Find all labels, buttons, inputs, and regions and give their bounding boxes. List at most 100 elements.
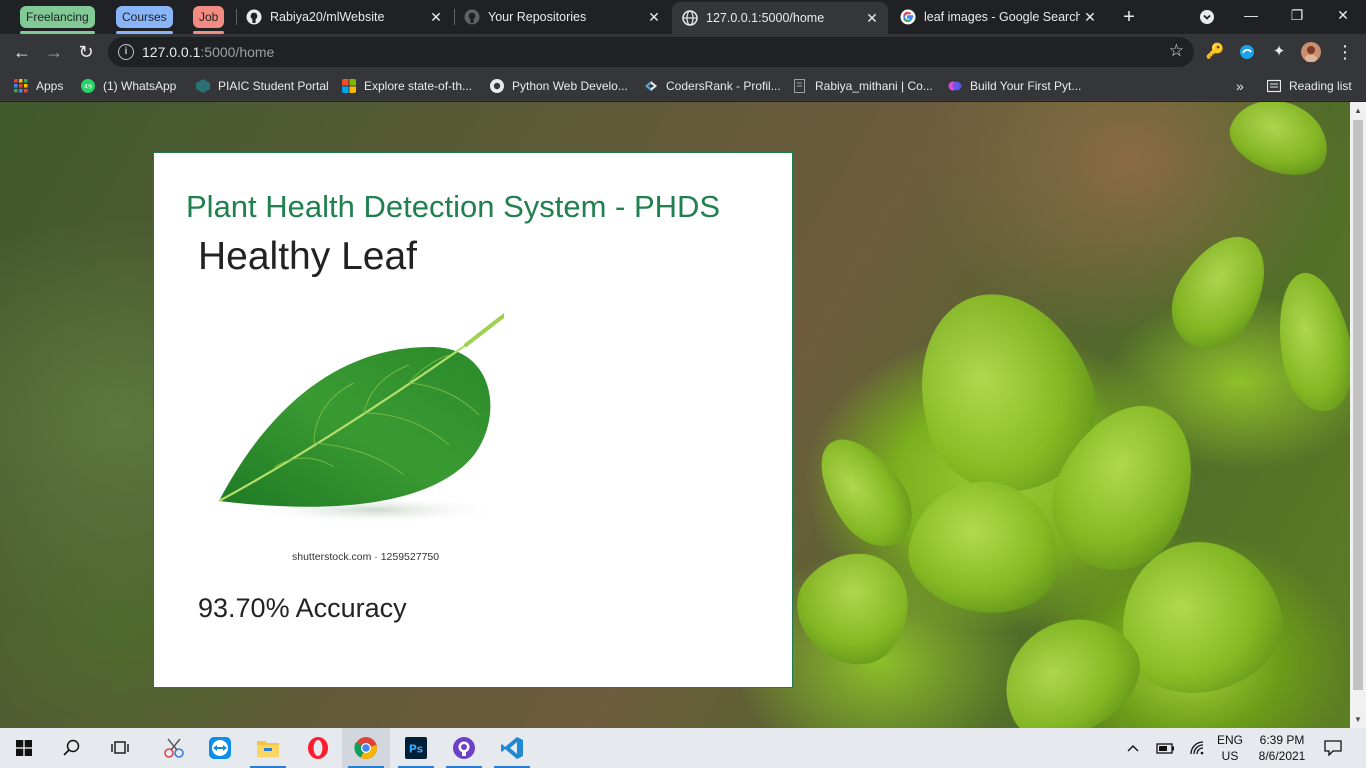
taskbar-opera[interactable] [294,728,342,768]
whatsapp-icon: 49 [81,79,95,93]
close-tab-icon[interactable]: ✕ [862,10,882,27]
back-button[interactable]: ← [10,40,34,64]
start-button[interactable] [0,728,48,768]
sync-extension-icon[interactable] [1236,41,1258,63]
background-leaf [1268,266,1350,418]
bookmark-label: Apps [36,79,64,93]
clock-time: 6:39 PM [1259,733,1305,747]
network-button[interactable] [1186,728,1210,768]
search-button[interactable] [48,728,96,768]
bookmark-codersrank[interactable]: CodersRank - Profil... [644,75,781,97]
photoshop-icon: Ps [405,737,427,759]
reload-button[interactable]: ↻ [74,40,98,64]
svg-text:49: 49 [84,83,92,91]
github-icon [464,9,480,25]
reading-list-button[interactable]: Reading list [1267,75,1352,97]
browser-toolbar: ← → ↻ i 127.0.0.1:5000/home ☆ 🔑 ✦ ⋮ [0,34,1366,70]
close-tab-icon[interactable]: ✕ [426,9,446,26]
close-tab-icon[interactable]: ✕ [1080,9,1100,26]
profile-avatar[interactable] [1300,41,1322,63]
globe-icon [682,10,698,26]
accuracy-text: 93.70% Accuracy [198,593,407,623]
taskbar-photoshop[interactable]: Ps [392,728,440,768]
taskbar-github-desktop[interactable] [440,728,488,768]
language-label: ENG [1216,733,1243,747]
scrollbar-thumb[interactable] [1353,120,1363,690]
page-background: Plant Health Detection System - PHDS Hea… [0,102,1350,728]
more-bookmarks-label: » [1236,78,1244,94]
tab-title: Your Repositories [488,10,587,24]
close-tab-icon[interactable]: ✕ [644,9,664,26]
clock-button[interactable]: 6:39 PM 8/6/2021 [1252,728,1312,768]
close-window-button[interactable]: ✕ [1320,0,1366,34]
tab-search-button[interactable] [1184,0,1230,34]
tab-group-courses[interactable]: Courses [116,6,173,34]
codersrank-icon [645,81,657,91]
chevron-down-icon [1200,10,1214,24]
tab-your-repositories[interactable]: Your Repositories ✕ [454,0,670,34]
reading-list-label: Reading list [1289,79,1352,93]
bookmarks-bar: Apps 49 (1) WhatsApp PIAIC Student Porta… [0,70,1366,101]
task-view-button[interactable] [96,728,144,768]
bookmark-python-web[interactable]: Python Web Develo... [490,75,628,97]
windows-taskbar: Ps ENG US 6:39 PM 8/6/2021 [0,728,1366,768]
taskbar-file-explorer[interactable] [244,728,292,768]
bookmark-rabiya-mithani[interactable]: Rabiya_mithani | Co... [793,75,933,97]
bookmark-star-icon[interactable]: ☆ [1169,41,1184,61]
notifications-button[interactable] [1318,728,1348,768]
taskbar-chrome[interactable] [342,728,390,768]
chrome-icon [354,737,377,759]
taskbar-vscode[interactable] [488,728,536,768]
tab-strip: Freelancing Courses Job Rabiya20/mlWebsi… [0,0,1366,34]
more-bookmarks-button[interactable]: » [1236,75,1244,97]
tab-title: Rabiya20/mlWebsite [270,10,385,24]
bookmark-label: (1) WhatsApp [103,79,177,93]
clock-date: 8/6/2021 [1258,749,1306,763]
scroll-up-arrow-icon[interactable]: ▲ [1354,106,1362,115]
svg-text:Ps: Ps [409,743,424,756]
taskbar-snipping-app[interactable] [150,728,198,768]
tab-rabiya20-mlwebsite[interactable]: Rabiya20/mlWebsite ✕ [236,0,452,34]
folder-icon [257,741,279,757]
vertical-scrollbar[interactable]: ▲ ▼ [1350,102,1366,728]
vscode-icon [501,737,523,759]
show-hidden-icons-button[interactable] [1122,728,1144,768]
region-label: US [1221,749,1239,763]
bookmark-piaic[interactable]: PIAIC Student Portal [196,75,329,97]
wifi-icon [1190,741,1204,755]
search-icon [63,739,80,756]
tab-leaf-images-google[interactable]: leaf images - Google Search ✕ [890,0,1106,34]
reading-list-icon [1267,79,1281,93]
chevron-up-icon [1127,745,1139,752]
bookmark-label: Rabiya_mithani | Co... [815,79,933,93]
bookmark-whatsapp[interactable]: 49 (1) WhatsApp [81,75,176,97]
input-language-button[interactable]: ENG US [1214,728,1246,768]
bookmark-apps[interactable]: Apps [14,75,63,97]
restore-button[interactable]: ❐ [1274,0,1320,34]
new-tab-button[interactable]: + [1118,6,1140,28]
background-leaf [1221,102,1339,187]
tab-localhost-home[interactable]: 127.0.0.1:5000/home ✕ [672,2,888,34]
background-leaf [1155,220,1285,364]
bookmark-build-first-python[interactable]: Build Your First Pyt... [948,75,1081,97]
snipping-tool-icon [164,738,184,758]
bookmark-explore[interactable]: Explore state-of-th... [342,75,472,97]
scroll-down-arrow-icon[interactable]: ▼ [1354,715,1362,724]
bookmark-label: CodersRank - Profil... [666,79,781,93]
bookmark-label: Python Web Develo... [512,79,628,93]
taskbar-teamviewer[interactable] [196,728,244,768]
tab-group-job[interactable]: Job [193,6,225,34]
minimize-button[interactable]: — [1228,0,1274,34]
address-url[interactable]: 127.0.0.1:5000/home [142,44,274,60]
image-caption: shutterstock.com · 1259527750 [292,551,440,563]
site-info-icon[interactable]: i [118,44,134,60]
forward-button[interactable]: → [42,40,66,64]
notification-icon [1324,740,1342,756]
browser-menu-icon[interactable]: ⋮ [1334,41,1356,63]
key-extension-icon[interactable]: 🔑 [1204,41,1226,63]
battery-button[interactable] [1152,728,1178,768]
extensions-puzzle-icon[interactable]: ✦ [1268,41,1290,63]
tab-group-freelancing[interactable]: Freelancing [20,6,95,34]
python-icon [490,79,504,93]
address-bar[interactable]: i 127.0.0.1:5000/home ☆ [108,37,1194,67]
